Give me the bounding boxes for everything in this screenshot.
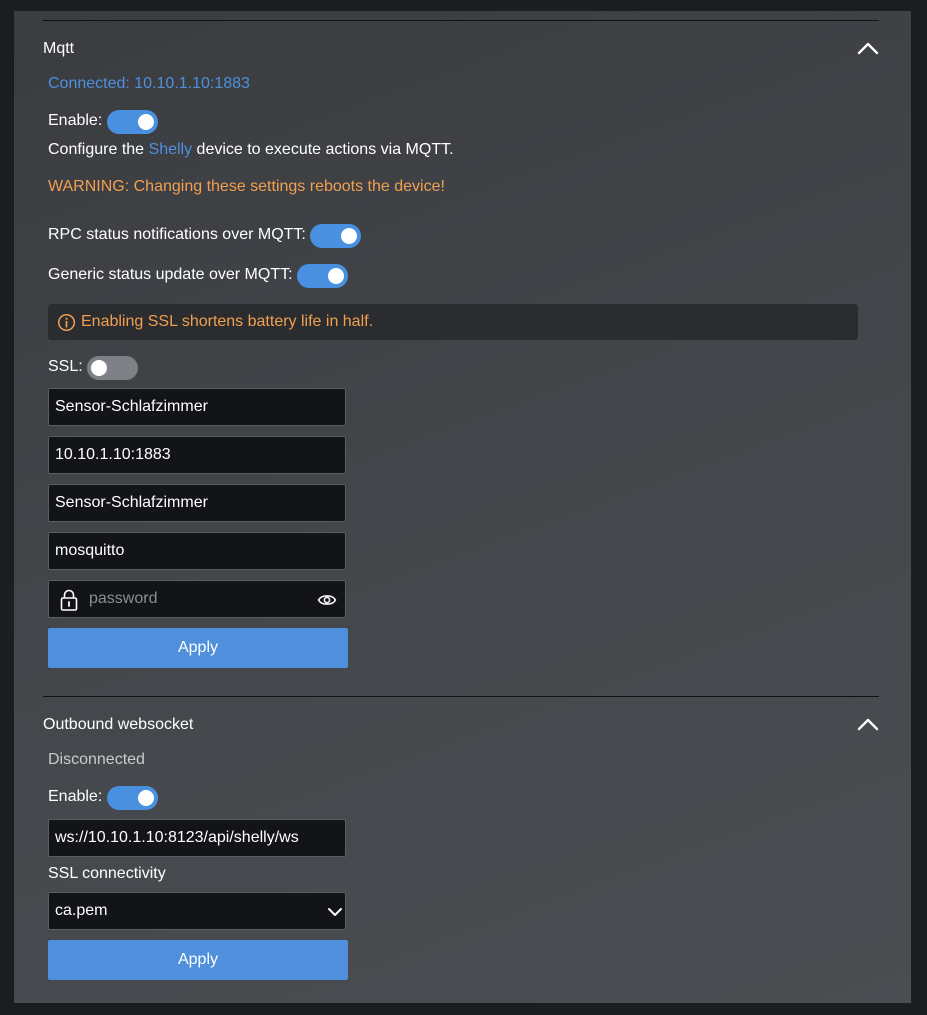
ssl-connectivity-value: ca.pem [55,902,108,919]
lock-icon [60,589,78,611]
eye-icon[interactable] [317,592,337,608]
section-divider [43,20,879,21]
websocket-apply-button[interactable]: Apply [48,940,348,980]
websocket-enable-label: Enable: [48,788,103,805]
ssl-toggle[interactable] [87,356,138,380]
mqtt-apply-button[interactable]: Apply [48,628,348,668]
mqtt-enable-toggle[interactable] [107,110,158,134]
client-id-input[interactable]: Sensor-Schlafzimmer [48,388,346,426]
section-divider [43,696,879,697]
websocket-enable-toggle[interactable] [107,786,158,810]
chevron-up-icon[interactable] [856,716,880,732]
ssl-battery-notice: Enabling SSL shortens battery life in ha… [48,304,858,340]
ssl-notice-text: Enabling SSL shortens battery life in ha… [81,313,374,330]
generic-status-toggle[interactable] [297,264,348,288]
websocket-connection-status: Disconnected [48,751,145,768]
username-input[interactable]: mosquitto [48,532,346,570]
mqtt-connection-status: Connected: 10.10.1.10:1883 [48,75,250,92]
rpc-notifications-label: RPC status notifications over MQTT: [48,226,306,243]
password-placeholder: password [89,590,158,607]
generic-status-label: Generic status update over MQTT: [48,266,293,283]
info-icon [57,313,76,332]
ssl-connectivity-select[interactable]: ca.pem [48,892,346,930]
chevron-down-icon [328,908,342,916]
password-input[interactable]: password [48,580,346,618]
websocket-section-title: Outbound websocket [43,716,194,733]
mqtt-description: Configure the Shelly device to execute a… [48,141,454,158]
ssl-connectivity-label: SSL connectivity [48,865,166,882]
mqtt-enable-label: Enable: [48,112,103,129]
rpc-notifications-toggle[interactable] [310,224,361,248]
chevron-up-icon[interactable] [856,40,880,56]
shelly-link[interactable]: Shelly [149,141,193,158]
mqtt-reboot-warning: WARNING: Changing these settings reboots… [48,178,445,195]
websocket-server-input[interactable]: ws://10.10.1.10:8123/api/shelly/ws [48,819,346,857]
topic-prefix-input[interactable]: Sensor-Schlafzimmer [48,484,346,522]
server-input[interactable]: 10.10.1.10:1883 [48,436,346,474]
settings-panel: Mqtt Connected: 10.10.1.10:1883 Enable: … [14,11,911,1003]
ssl-label: SSL: [48,358,83,375]
mqtt-section-title: Mqtt [43,40,75,57]
